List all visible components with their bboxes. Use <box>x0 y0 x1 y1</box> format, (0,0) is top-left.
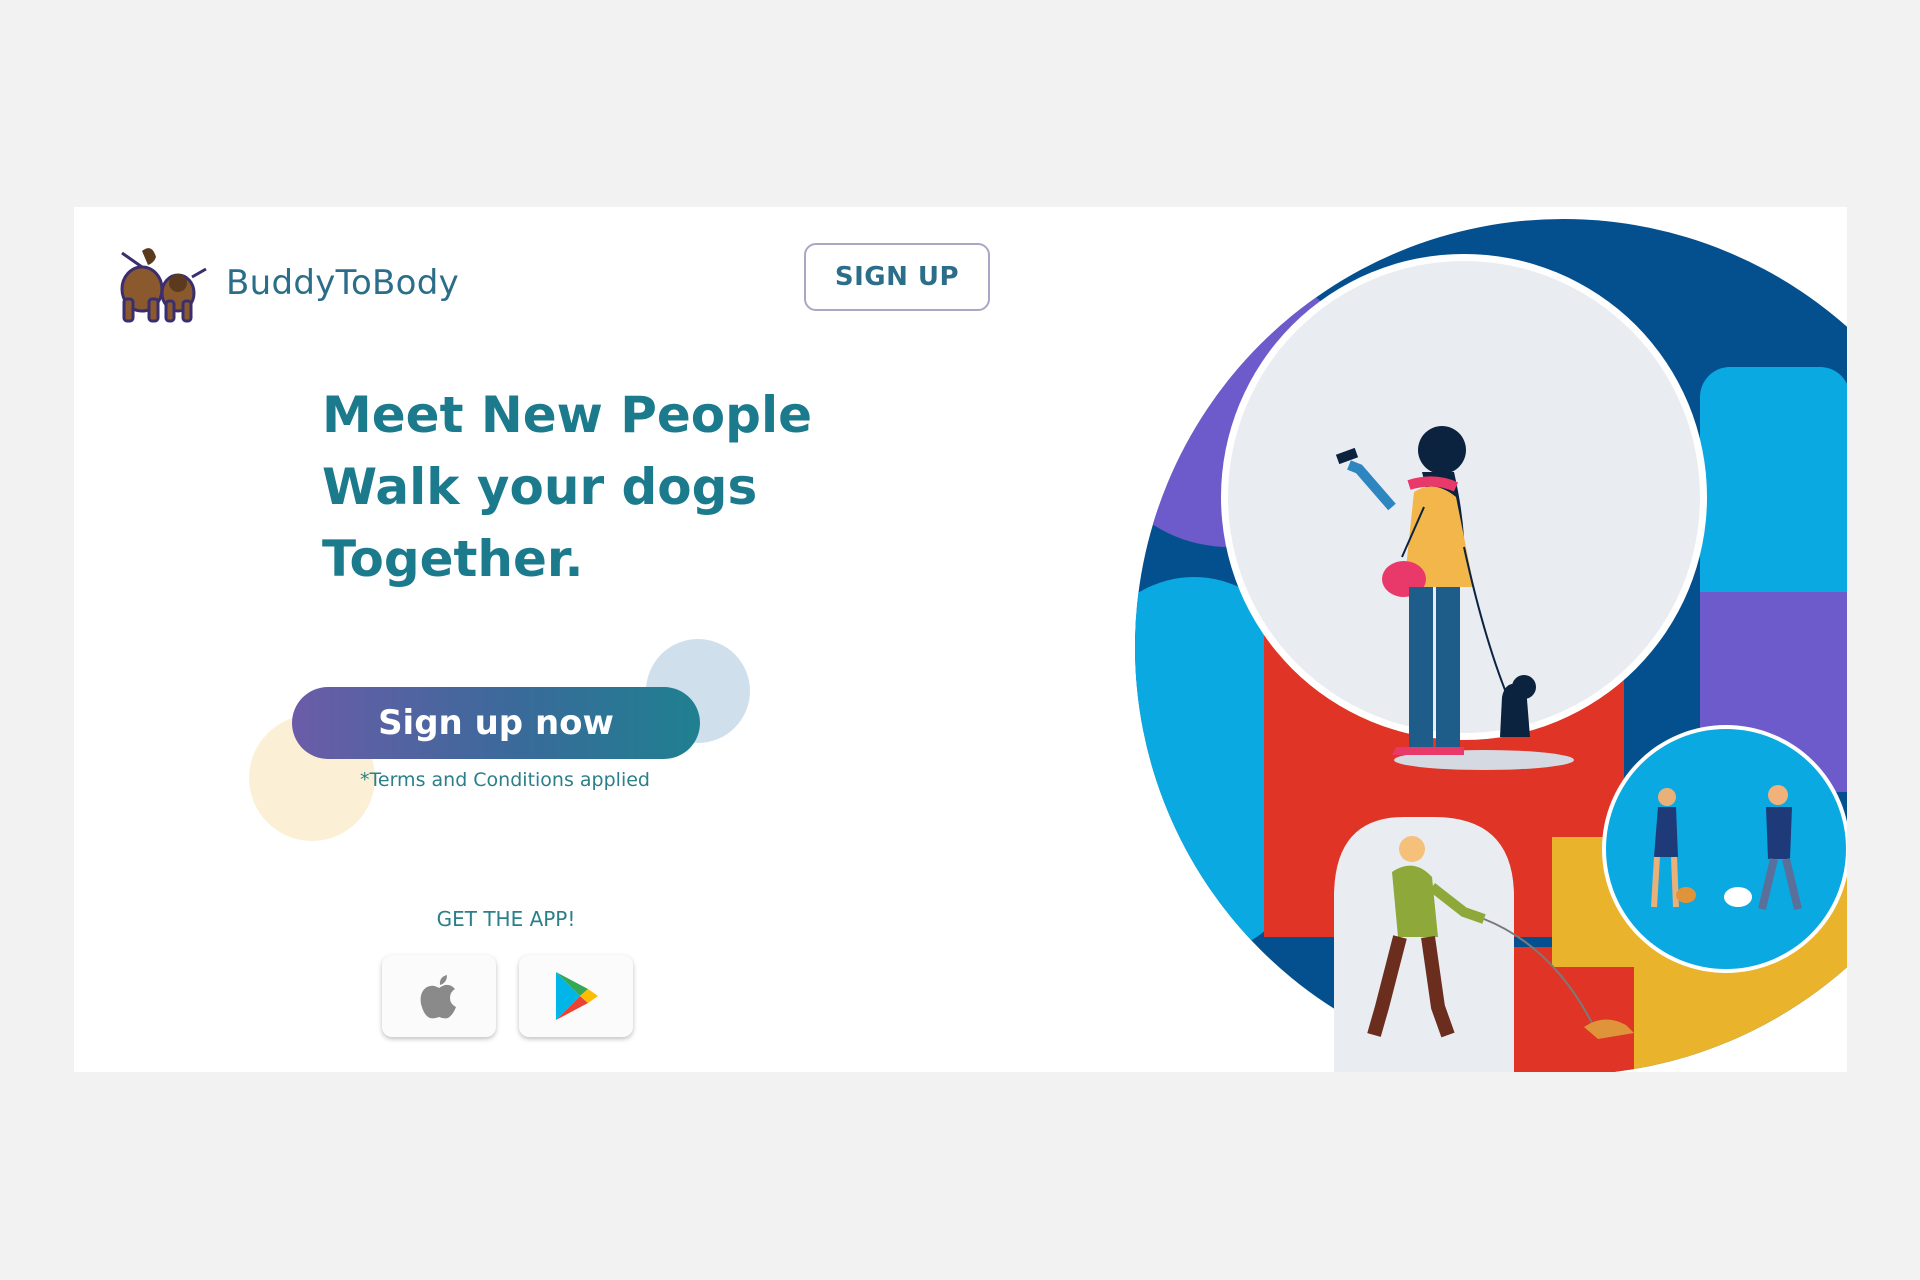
apple-icon <box>420 975 456 1019</box>
signup-now-button[interactable]: Sign up now <box>292 687 700 759</box>
app-store-button[interactable] <box>382 955 496 1037</box>
hero-line-1: Meet New People <box>322 386 812 444</box>
terms-note: *Terms and Conditions applied <box>360 769 650 791</box>
hero-heading: Meet New People Walk your dogs Together. <box>322 379 812 595</box>
hero-line-2: Walk your dogs <box>322 458 758 516</box>
logo-dogs-icon <box>120 248 207 323</box>
hero-illustration <box>1135 219 1847 1072</box>
get-app-heading: GET THE APP! <box>436 907 576 931</box>
google-play-icon <box>556 972 598 1020</box>
hero-line-3: Together. <box>322 530 584 588</box>
google-play-button[interactable] <box>519 955 633 1037</box>
landing-card: BuddyToBody SIGN UP Meet New People Walk… <box>74 207 1847 1072</box>
header-signup-button[interactable]: SIGN UP <box>804 243 990 311</box>
brand-name: BuddyToBody <box>226 263 460 303</box>
